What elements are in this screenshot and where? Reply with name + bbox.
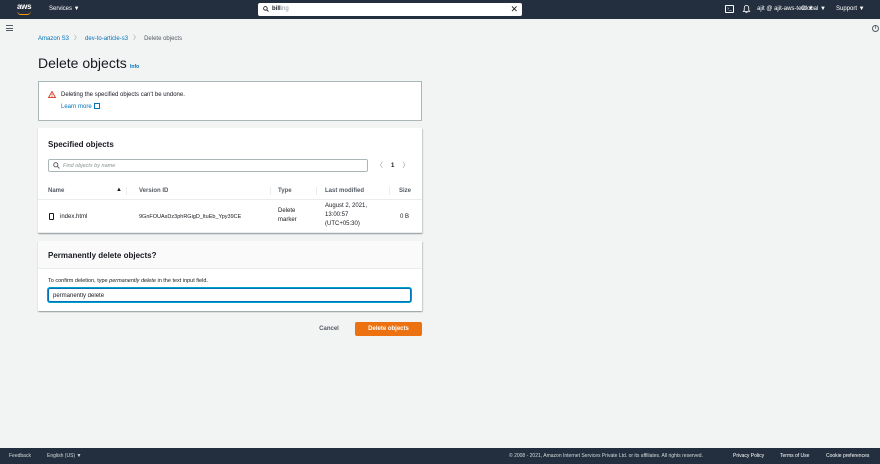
breadcrumb-separator-icon: 〉	[74, 36, 81, 42]
aws-logo[interactable]: aws	[16, 2, 36, 16]
terms-of-use-link[interactable]: Terms of Use	[780, 453, 809, 459]
column-divider	[126, 187, 127, 195]
column-divider	[270, 187, 271, 195]
warning-alert: Deleting the specified objects can't be …	[38, 81, 422, 121]
find-objects-input[interactable]	[63, 161, 363, 171]
confirm-delete-input[interactable]	[53, 291, 403, 300]
sort-ascending-icon[interactable]: ▲	[116, 187, 122, 193]
cancel-button[interactable]: Cancel	[311, 323, 347, 336]
column-version-id[interactable]: Version ID	[139, 188, 168, 194]
cloudshell-icon[interactable]: ›_	[725, 5, 734, 13]
object-type-line2: marker	[278, 217, 297, 223]
feedback-link[interactable]: Feedback	[9, 453, 31, 459]
previous-page-icon[interactable]: 〈	[376, 162, 383, 169]
clear-search-icon[interactable]: ✕	[510, 4, 518, 14]
last-modified-line1: August 2, 2021,	[325, 203, 368, 209]
object-size: 0 B	[400, 214, 410, 220]
next-page-icon[interactable]: 〉	[402, 162, 409, 169]
object-type-line1: Delete	[278, 208, 296, 214]
specified-objects-title: Specified objects	[48, 140, 114, 149]
search-autocomplete-hint: ing	[280, 6, 289, 12]
last-modified-line2: 13:00:57	[325, 212, 349, 218]
services-menu[interactable]: Services ▼	[49, 6, 80, 12]
permanently-delete-title: Permanently delete objects?	[48, 251, 157, 260]
top-navigation-bar: aws Services ▼ billing ✕ ›_ ajit @ ajit-…	[0, 0, 880, 19]
breadcrumb: Amazon S3 〉 dev-to-article-s3 〉 Delete objec…	[38, 33, 182, 42]
page-number[interactable]: 1	[391, 163, 394, 169]
breadcrumb-current: Delete objects	[144, 36, 183, 42]
column-last-modified[interactable]: Last modified	[325, 188, 364, 194]
column-divider	[389, 187, 390, 195]
specified-objects-panel: Specified objects 〈 1 〉 Name ▲ Version ID …	[38, 128, 422, 233]
find-objects-field[interactable]	[48, 159, 368, 172]
column-name[interactable]: Name	[48, 188, 64, 194]
table-row: index.html 9GnFOUAsDz3phRGigD_ltuEb_Ypy3…	[38, 200, 422, 233]
last-modified-line3: (UTC+05:30)	[325, 221, 360, 227]
column-size[interactable]: Size	[399, 188, 411, 194]
search-icon	[53, 162, 60, 169]
breadcrumb-bucket[interactable]: dev-to-article-s3	[85, 36, 128, 42]
aws-smile-icon	[17, 11, 31, 15]
file-icon	[49, 213, 54, 220]
version-id: 9GnFOUAsDz3phRGigD_ltuEb_Ypy39CE	[139, 214, 242, 220]
column-type[interactable]: Type	[278, 188, 292, 194]
search-icon	[263, 6, 269, 12]
breadcrumb-amazon-s3[interactable]: Amazon S3	[38, 36, 69, 42]
global-search[interactable]: billing ✕	[258, 3, 522, 16]
search-input[interactable]: billing	[272, 6, 289, 12]
language-selector[interactable]: English (US) ▼	[47, 453, 81, 459]
footer: Feedback English (US) ▼ © 2008 - 2021, A…	[0, 448, 880, 464]
privacy-policy-link[interactable]: Privacy Policy	[733, 453, 764, 459]
pagination: 〈 1 〉	[376, 160, 409, 170]
copyright-text: © 2008 - 2021, Amazon Internet Services …	[509, 453, 703, 459]
cookie-preferences-link[interactable]: Cookie preferences	[826, 453, 869, 459]
confirm-instruction: To confirm deletion, type permanently de…	[48, 278, 208, 284]
table-header: Name ▲ Version ID Type Last modified Siz…	[38, 183, 422, 200]
warning-icon	[48, 91, 56, 98]
breadcrumb-separator-icon: 〉	[133, 36, 140, 42]
object-name: index.html	[60, 214, 88, 220]
region-selector[interactable]: Global ▼	[801, 6, 826, 12]
menu-icon[interactable]	[6, 25, 13, 31]
info-panel-icon[interactable]: i	[872, 25, 879, 32]
info-link[interactable]: Info	[130, 64, 139, 70]
confirm-delete-field[interactable]	[48, 288, 411, 302]
alert-message: Deleting the specified objects can't be …	[61, 92, 185, 98]
external-link-icon	[93, 103, 100, 109]
permanently-delete-panel: Permanently delete objects? To confirm d…	[38, 241, 422, 311]
notifications-bell-icon[interactable]	[742, 4, 751, 14]
learn-more-link[interactable]: Learn more	[61, 103, 100, 110]
page-title: Delete objects	[38, 55, 127, 71]
column-divider	[316, 187, 317, 195]
support-menu[interactable]: Support ▼	[836, 6, 865, 12]
delete-objects-button[interactable]: Delete objects	[355, 322, 422, 336]
